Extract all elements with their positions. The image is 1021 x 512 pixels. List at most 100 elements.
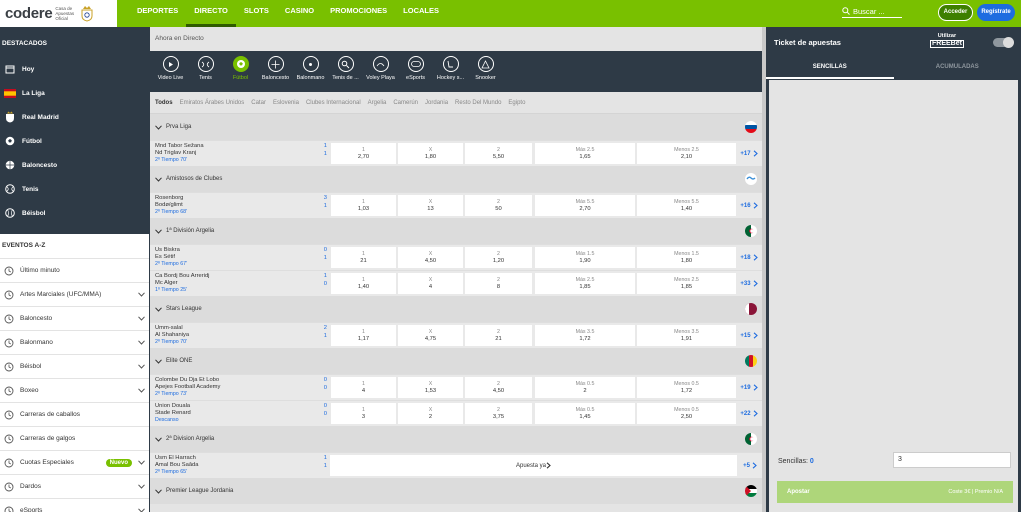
odd-over-button[interactable]: Más 2.5 1,85 [535, 273, 635, 294]
more-markets-button[interactable]: +19 [737, 375, 761, 400]
nav-directo[interactable]: DIRECTO [186, 0, 236, 27]
register-button[interactable]: Regístrate [977, 4, 1015, 21]
country-emiratos-arabes-unidos[interactable]: Emiratos Árabes Unidos [180, 100, 245, 106]
sidebar-fav-beisbol[interactable]: Béisbol [0, 201, 149, 225]
sidebar-fav-la-liga[interactable]: La Liga [0, 81, 149, 105]
odd-under-button[interactable]: Menos 0.5 2,50 [637, 403, 736, 424]
odd-home-button[interactable]: 1 2,70 [331, 143, 396, 164]
odd-away-button[interactable]: 28 [465, 273, 532, 294]
sport-futbol[interactable]: Fútbol [223, 56, 258, 81]
odd-home-button[interactable]: 14 [331, 377, 396, 398]
odd-draw-button[interactable]: X4 [398, 273, 463, 294]
league-header[interactable]: Amistosos de Clubes [150, 166, 762, 192]
league-header[interactable]: Prva Liga [150, 114, 762, 140]
chevron-down-icon[interactable] [138, 292, 145, 297]
country-todos[interactable]: Todos [155, 100, 173, 106]
az-item-dardos[interactable]: Dardos [0, 474, 149, 498]
collapse-chevron-icon[interactable] [155, 228, 162, 234]
nav-slots[interactable]: SLOTS [236, 0, 277, 27]
more-markets-button[interactable]: +16 [737, 193, 761, 218]
league-header[interactable]: Premier League Jordania [150, 478, 762, 504]
sport-voley-playa[interactable]: Voley Playa [363, 56, 398, 81]
odd-away-button[interactable]: 2 50 [465, 195, 532, 216]
az-item-esports[interactable]: eSports [0, 498, 149, 512]
odd-under-button[interactable]: Menos 2.5 2,10 [637, 143, 736, 164]
collapse-chevron-icon[interactable] [155, 436, 162, 442]
sidebar-fav-futbol[interactable]: Fútbol [0, 129, 149, 153]
sport-baloncesto[interactable]: Baloncesto [258, 56, 293, 81]
odd-under-button[interactable]: Menos 5.5 1,40 [637, 195, 736, 216]
sidebar-fav-baloncesto[interactable]: Baloncesto [0, 153, 149, 177]
odd-draw-button[interactable]: X 4,75 [398, 325, 463, 346]
sport-esports[interactable]: eSports [398, 56, 433, 81]
odd-over-button[interactable]: Más 0.5 2 [535, 377, 635, 398]
nav-deportes[interactable]: DEPORTES [129, 0, 186, 27]
odd-over-button[interactable]: Más 0.5 1,45 [535, 403, 635, 424]
search-box[interactable] [842, 5, 902, 18]
more-markets-button[interactable]: +15 [737, 323, 761, 348]
odd-draw-button[interactable]: X 1,53 [398, 377, 463, 398]
tab-sencillas[interactable]: SENCILLAS [766, 57, 894, 79]
sport-hockey-s[interactable]: Hockey s... [433, 56, 468, 81]
odd-over-button[interactable]: Más 1.5 1,90 [535, 247, 635, 268]
odd-draw-button[interactable]: X 13 [398, 195, 463, 216]
odd-home-button[interactable]: 1 21 [331, 247, 396, 268]
search-input[interactable] [853, 6, 901, 16]
codere-logo[interactable]: codere Casa de Apuestas Oficial [0, 0, 117, 27]
country-camerun[interactable]: Camerún [393, 100, 418, 106]
country-jordania[interactable]: Jordania [425, 100, 448, 106]
odd-away-button[interactable]: 2 21 [465, 325, 532, 346]
match-teams[interactable]: Union Douala Stade Renard Descanso 0 0 [150, 401, 330, 426]
match-teams[interactable]: Umm-salal Al Shahaniya 2º Tiempo 70' 2 1 [150, 323, 330, 348]
country-clubes-internacional[interactable]: Clubes Internacional [306, 100, 361, 106]
collapse-chevron-icon[interactable] [155, 124, 162, 130]
az-item-beisbol[interactable]: Béisbol [0, 354, 149, 378]
league-header[interactable]: 1ª División Argelia [150, 218, 762, 244]
login-button[interactable]: Acceder [938, 4, 973, 21]
odd-over-button[interactable]: Más 3.5 1,72 [535, 325, 635, 346]
odd-home-button[interactable]: 13 [331, 403, 396, 424]
collapse-chevron-icon[interactable] [155, 306, 162, 312]
az-item-carreras-de-caballos[interactable]: Carreras de caballos [0, 402, 149, 426]
az-item-artes-marciales-ufc-mma[interactable]: Artes Marciales (UFC/MMA) [0, 282, 149, 306]
chevron-down-icon[interactable] [138, 364, 145, 369]
more-markets-button[interactable]: +18 [737, 245, 761, 270]
nav-promociones[interactable]: PROMOCIONES [322, 0, 395, 27]
league-header[interactable]: 2ª Division Argelia [150, 426, 762, 452]
odd-away-button[interactable]: 2 4,50 [465, 377, 532, 398]
match-teams[interactable]: Us Biskra Es Sétif 2º Tiempo 67' 0 1 [150, 245, 330, 270]
az-item-cuotas-especiales[interactable]: Cuotas Especiales Nuevo [0, 450, 149, 474]
odd-away-button[interactable]: 2 3,75 [465, 403, 532, 424]
sport-balonmano[interactable]: Balonmano [293, 56, 328, 81]
odd-draw-button[interactable]: X 1,80 [398, 143, 463, 164]
sidebar-fav-hoy[interactable]: Hoy [0, 57, 149, 81]
country-resto-del-mundo[interactable]: Resto Del Mundo [455, 100, 501, 106]
match-teams[interactable]: Usm El Harrach Amal Bou Saâda 2º Tiempo 65… [150, 453, 330, 478]
stake-input[interactable]: 3 [893, 452, 1011, 468]
league-header[interactable]: Stars League [150, 296, 762, 322]
collapse-chevron-icon[interactable] [155, 176, 162, 182]
odd-away-button[interactable]: 2 1,20 [465, 247, 532, 268]
sport-tenis[interactable]: Tenis [188, 56, 223, 81]
az-item-boxeo[interactable]: Boxeo [0, 378, 149, 402]
chevron-down-icon[interactable] [138, 484, 145, 489]
sport-video-live[interactable]: Video Live [153, 56, 188, 81]
odd-under-button[interactable]: Menos 1.5 1,80 [637, 247, 736, 268]
more-markets-button[interactable]: +33 [737, 271, 761, 296]
tab-acumuladas[interactable]: ACUMULADAS [894, 57, 1021, 79]
country-argelia[interactable]: Argelia [368, 100, 387, 106]
chevron-down-icon[interactable] [138, 316, 145, 321]
match-teams[interactable]: Mnd Tabor Sežana Nd Triglav Kranj 2º Tiemp… [150, 141, 330, 166]
more-markets-button[interactable]: +22 [737, 401, 761, 426]
country-egipto[interactable]: Egipto [508, 100, 525, 106]
nav-locales[interactable]: LOCALES [395, 0, 447, 27]
more-markets-button[interactable]: +5 [738, 453, 762, 478]
odd-away-button[interactable]: 2 5,50 [465, 143, 532, 164]
odd-home-button[interactable]: 1 1,17 [331, 325, 396, 346]
match-teams[interactable]: Ca Bordj Bou Arreridj Mc Alger 1º Tiempo 2… [150, 271, 330, 296]
sport-tenis-de[interactable]: Tenis de ... [328, 56, 363, 81]
country-catar[interactable]: Catar [251, 100, 266, 106]
sport-snooker[interactable]: Snooker [468, 56, 503, 81]
odd-under-button[interactable]: Menos 2.5 1,85 [637, 273, 736, 294]
odd-under-button[interactable]: Menos 3.5 1,91 [637, 325, 736, 346]
